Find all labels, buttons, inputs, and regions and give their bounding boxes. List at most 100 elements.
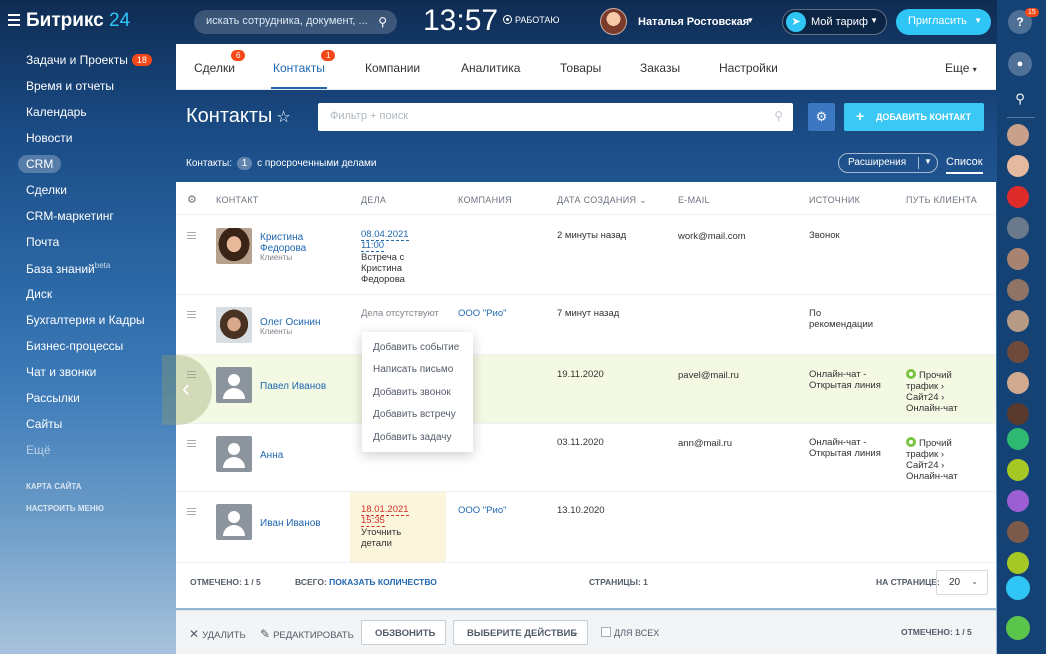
- choose-action-select[interactable]: ВЫБЕРИТЕ ДЕЙСТВИЕ ⌄: [453, 620, 588, 645]
- for-all-checkbox[interactable]: ДЛЯ ВСЕХ: [601, 627, 659, 638]
- tab-products[interactable]: Товары: [560, 61, 601, 75]
- clock[interactable]: 13:57: [423, 4, 498, 38]
- checkbox[interactable]: [601, 627, 611, 637]
- counter-prefix: Контакты:: [186, 158, 232, 169]
- work-status[interactable]: РАБОТАЮ: [503, 15, 560, 25]
- sidebar-item-sites[interactable]: Сайты: [26, 417, 62, 431]
- call-button[interactable]: ОБЗВОНИТЬ: [361, 620, 446, 645]
- email[interactable]: pavel@mail.ru: [678, 370, 739, 381]
- sidebar-item-mail[interactable]: Почта: [26, 235, 59, 249]
- no-activities[interactable]: Дела отсутствуют: [361, 308, 439, 319]
- client-journey[interactable]: Прочий трафик › Сайт24 › Онлайн-чат: [906, 369, 958, 414]
- drag-handle-icon[interactable]: [187, 232, 196, 241]
- column-header-company[interactable]: КОМПАНИЯ: [458, 195, 512, 205]
- table-row[interactable]: Иван Иванов 18.01.2021 15:35 Уточнить дета…: [176, 492, 996, 562]
- star-icon[interactable]: ☆: [276, 109, 290, 126]
- menu-item-add-task[interactable]: Добавить задачу: [373, 432, 452, 443]
- per-page-select[interactable]: 20 ⌄: [936, 570, 988, 595]
- contact-name[interactable]: Кристина Федорова: [260, 232, 306, 254]
- sidebar-item-deals[interactable]: Сделки: [26, 183, 67, 197]
- column-header-activities[interactable]: ДЕЛА: [361, 195, 386, 205]
- column-header-email[interactable]: E-MAIL: [678, 195, 710, 205]
- column-header-contact[interactable]: КОНТАКТ: [216, 195, 259, 205]
- logo[interactable]: Битрикс 24: [26, 10, 130, 32]
- created-date: 7 минут назад: [557, 308, 620, 319]
- sidebar-item-knowledge-base[interactable]: База знанийbeta: [26, 261, 110, 276]
- gear-icon[interactable]: ⚙: [808, 103, 835, 131]
- delete-button[interactable]: ✕ УДАЛИТЬ: [189, 627, 246, 641]
- source: Звонок: [809, 230, 840, 241]
- contact-name[interactable]: Павел Иванов: [260, 381, 326, 392]
- tariff-button[interactable]: ➤ Мой тариф ▼: [782, 9, 887, 35]
- tab-contacts[interactable]: Контакты 1: [271, 50, 336, 89]
- edit-button[interactable]: ✎ РЕДАКТИРОВАТЬ: [260, 627, 354, 641]
- sidebar-item-disk[interactable]: Диск: [26, 287, 52, 301]
- search-icon[interactable]: ⚲: [378, 15, 387, 29]
- extensions-button[interactable]: Расширения ▼: [838, 153, 938, 173]
- sidebar-item-tasks[interactable]: Задачи и Проекты 18: [26, 53, 152, 67]
- gear-icon[interactable]: ⚙: [187, 193, 197, 206]
- search-icon[interactable]: ⚲: [1008, 87, 1032, 111]
- menu-item-add-meeting[interactable]: Добавить встречу: [373, 409, 456, 420]
- contact-name[interactable]: Анна: [260, 450, 283, 461]
- activity-datetime[interactable]: 18.01.2021 15:35: [361, 504, 409, 527]
- sidebar-item-crm-marketing[interactable]: CRM-маркетинг: [26, 209, 114, 223]
- search-icon[interactable]: ⚲: [774, 109, 783, 123]
- column-header-journey[interactable]: ПУТЬ КЛИЕНТА: [906, 195, 977, 205]
- menu-icon[interactable]: [8, 14, 20, 26]
- menu-item-write-email[interactable]: Написать письмо: [373, 364, 453, 375]
- contacts-grid: ⚙ КОНТАКТ ДЕЛА КОМПАНИЯ ДАТА СОЗДАНИЯ ⌄ …: [176, 182, 996, 562]
- tab-more[interactable]: Еще ▾: [945, 61, 977, 75]
- activity-line: Уточнить: [361, 527, 402, 538]
- tab-deals[interactable]: Сделки 6: [194, 50, 246, 75]
- client-journey[interactable]: Прочий трафик › Сайт24 › Онлайн-чат: [906, 437, 958, 482]
- column-header-source[interactable]: ИСТОЧНИК: [809, 195, 860, 205]
- tab-companies[interactable]: Компании: [365, 61, 420, 75]
- sidebar-item-mailings[interactable]: Рассылки: [26, 391, 80, 405]
- drag-handle-icon[interactable]: [187, 440, 196, 449]
- sidebar-item-calendar[interactable]: Календарь: [26, 105, 87, 119]
- show-count-link[interactable]: ПОКАЗАТЬ КОЛИЧЕСТВО: [329, 577, 437, 587]
- bell-icon[interactable]: ●: [1008, 52, 1032, 76]
- sidebar-item-time[interactable]: Время и отчеты: [26, 79, 114, 93]
- company-link[interactable]: ООО "Рио": [458, 505, 506, 516]
- contact-name[interactable]: Иван Иванов: [260, 518, 321, 529]
- filter-search[interactable]: ⚲: [318, 103, 793, 131]
- add-contact-button[interactable]: + ДОБАВИТЬ КОНТАКТ: [844, 103, 984, 131]
- table-row[interactable]: Анна 03.11.2020 ann@mail.ru Онлайн-чат -…: [176, 424, 996, 492]
- column-header-created[interactable]: ДАТА СОЗДАНИЯ ⌄: [557, 195, 647, 206]
- journey-line: Сайт24: [906, 392, 939, 403]
- avatar[interactable]: [600, 8, 627, 35]
- tab-orders[interactable]: Заказы: [640, 61, 680, 75]
- table-row[interactable]: Олег Осинин Клиенты Дела отсутствуют ООО…: [176, 295, 996, 355]
- sidebar-item-accounting[interactable]: Бухгалтерия и Кадры: [26, 313, 145, 327]
- invite-button[interactable]: Пригласить ▼: [896, 9, 991, 35]
- tab-analytics[interactable]: Аналитика: [461, 61, 520, 75]
- email[interactable]: ann@mail.ru: [678, 438, 732, 449]
- global-search-input[interactable]: [206, 15, 376, 27]
- overdue-counter[interactable]: Контакты: 1 с просроченными делами: [186, 157, 377, 170]
- menu-settings-link[interactable]: НАСТРОИТЬ МЕНЮ: [26, 504, 104, 513]
- drag-handle-icon[interactable]: [187, 311, 196, 320]
- site-map-link[interactable]: КАРТА САЙТА: [26, 482, 82, 491]
- global-search[interactable]: ⚲: [194, 10, 397, 34]
- journey-line: Прочий: [919, 370, 952, 381]
- avatar: [216, 504, 252, 540]
- sidebar-item-chat[interactable]: Чат и звонки: [26, 365, 96, 379]
- menu-item-add-event[interactable]: Добавить событие: [373, 342, 459, 353]
- activity-datetime[interactable]: 08.04.2021 11:00: [361, 229, 409, 252]
- menu-item-add-call[interactable]: Добавить звонок: [373, 387, 451, 398]
- drag-handle-icon[interactable]: [187, 508, 196, 517]
- tab-settings[interactable]: Настройки: [719, 61, 778, 75]
- page-number[interactable]: 1: [643, 577, 648, 587]
- sidebar-item-crm[interactable]: CRM: [18, 155, 62, 173]
- table-row[interactable]: Павел Иванов 19.11.2020 pavel@mail.ru Он…: [176, 355, 996, 424]
- sidebar-item-news[interactable]: Новости: [26, 131, 72, 145]
- table-row[interactable]: Кристина Федорова Клиенты 08.04.2021 11:00…: [176, 215, 996, 295]
- sidebar-item-business-processes[interactable]: Бизнес-процессы: [26, 339, 123, 353]
- list-view-link[interactable]: Список: [946, 156, 983, 174]
- email[interactable]: work@mail.com: [678, 231, 746, 242]
- sidebar-item-more[interactable]: Ещё: [26, 443, 51, 457]
- filter-search-input[interactable]: [330, 110, 730, 122]
- company-link[interactable]: ООО "Рио": [458, 308, 506, 319]
